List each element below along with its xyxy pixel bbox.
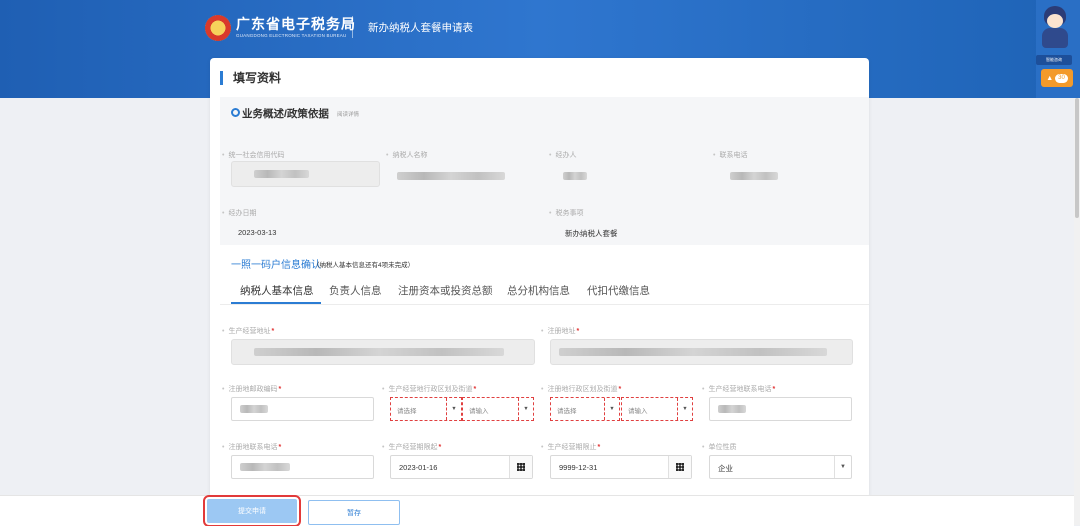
biz-region-select[interactable]: 请选择 ▼: [390, 397, 462, 421]
biz-address-field: [231, 339, 535, 365]
credit-code-field: [231, 161, 380, 187]
biz-street-input[interactable]: 请输入 ▼: [462, 397, 534, 421]
reg-address-field: [550, 339, 853, 365]
submit-button[interactable]: 提交申请: [203, 495, 301, 526]
policy-title: 业务概述/政策依据: [242, 108, 329, 120]
alert-badge[interactable]: ▲ 30: [1041, 69, 1073, 87]
chevron-down-icon: ▼: [834, 456, 851, 478]
avatar-body: [1042, 28, 1068, 48]
taxpayer-name-masked: [397, 172, 505, 180]
policy-circle-icon: [231, 108, 240, 117]
tab-registered-capital[interactable]: 注册资本或投资总额: [398, 283, 493, 298]
page-title: 新办纳税人套餐申请表: [368, 22, 473, 34]
tax-item-label: 税务事项: [549, 208, 583, 218]
reg-address-label: 注册地址*: [541, 326, 579, 336]
handle-date-value: 2023-03-13: [238, 228, 277, 237]
tab-withholding[interactable]: 代扣代缴信息: [587, 283, 650, 298]
chevron-down-icon: ▼: [518, 398, 533, 420]
bureau-name: 广东省电子税务局: [236, 16, 356, 32]
reg-phone-label: 注册地联系电话*: [222, 442, 281, 452]
tabs-divider: [220, 304, 869, 305]
phone-masked: [730, 172, 778, 180]
biz-end-label: 生产经营期限止*: [541, 442, 600, 452]
chevron-down-icon: ▼: [677, 398, 692, 420]
calendar-icon[interactable]: [668, 456, 691, 478]
reg-postcode-input[interactable]: [231, 397, 374, 421]
bureau-name-en: GUANGDONG ELECTRONIC TAXATION BUREAU: [236, 33, 347, 38]
biz-start-date-input[interactable]: 2023-01-16: [390, 455, 533, 479]
yimacode-title: 一照一码户信息确认: [231, 260, 321, 271]
form-title: 填写资料: [220, 71, 281, 85]
active-tab-indicator: [231, 302, 321, 304]
reg-phone-input[interactable]: [231, 455, 374, 479]
assistant-avatar-icon[interactable]: [1036, 4, 1072, 52]
reg-region-label: 注册地行政区划及街道*: [541, 384, 621, 394]
biz-start-label: 生产经营期限起*: [382, 442, 441, 452]
tax-item-value: 新办纳税人套餐: [565, 229, 618, 238]
scrollbar-thumb[interactable]: [1075, 98, 1079, 218]
calendar-icon[interactable]: [509, 456, 532, 478]
unit-type-select[interactable]: 企业 ▼: [709, 455, 852, 479]
credit-code-label: 统一社会信用代码: [222, 150, 284, 160]
tab-taxpayer-basic[interactable]: 纳税人基本信息: [240, 283, 314, 298]
chevron-down-icon: ▼: [446, 398, 461, 420]
policy-read-link[interactable]: 阅读详情: [337, 110, 359, 118]
reg-phone-masked: [240, 463, 290, 471]
reg-street-input[interactable]: 请输入 ▼: [621, 397, 693, 421]
biz-address-label: 生产经营地址*: [222, 326, 274, 336]
page-scrollbar[interactable]: [1074, 98, 1080, 525]
chevron-down-icon: ▼: [604, 398, 619, 420]
biz-phone-masked: [718, 405, 746, 413]
handler-masked: [563, 172, 587, 180]
handler-label: 经办人: [549, 150, 576, 160]
save-draft-button[interactable]: 暂存: [308, 500, 400, 525]
credit-code-masked: [254, 170, 309, 178]
warning-icon: ▲: [1046, 74, 1054, 82]
phone-label: 联系电话: [713, 150, 747, 160]
tab-responsible-person[interactable]: 负责人信息: [329, 283, 382, 298]
biz-region-label: 生产经营地行政区划及街道*: [382, 384, 476, 394]
handle-date-label: 经办日期: [222, 208, 256, 218]
reg-region-select[interactable]: 请选择 ▼: [550, 397, 620, 421]
footer-bar: [0, 495, 1074, 526]
taxpayer-name-label: 纳税人名称: [386, 150, 427, 160]
reg-address-masked: [559, 348, 827, 356]
alert-count: 30: [1055, 73, 1068, 83]
tab-branch-info[interactable]: 总分机构信息: [507, 283, 570, 298]
bureau-emblem-icon: [205, 15, 231, 41]
biz-address-masked: [254, 348, 504, 356]
reg-postcode-label: 注册地邮政编码*: [222, 384, 281, 394]
biz-phone-input[interactable]: [709, 397, 852, 421]
reg-postcode-masked: [240, 405, 268, 413]
unit-type-label: 单位性质: [702, 442, 736, 452]
avatar-face: [1047, 14, 1063, 28]
yimacode-note: （纳税人基本信息还有4项未完成）: [313, 262, 415, 269]
assistant-tag[interactable]: 智能咨询: [1036, 55, 1072, 65]
header-divider: [352, 16, 353, 38]
biz-phone-label: 生产经营地联系电话*: [702, 384, 775, 394]
biz-end-date-input[interactable]: 9999-12-31: [550, 455, 692, 479]
